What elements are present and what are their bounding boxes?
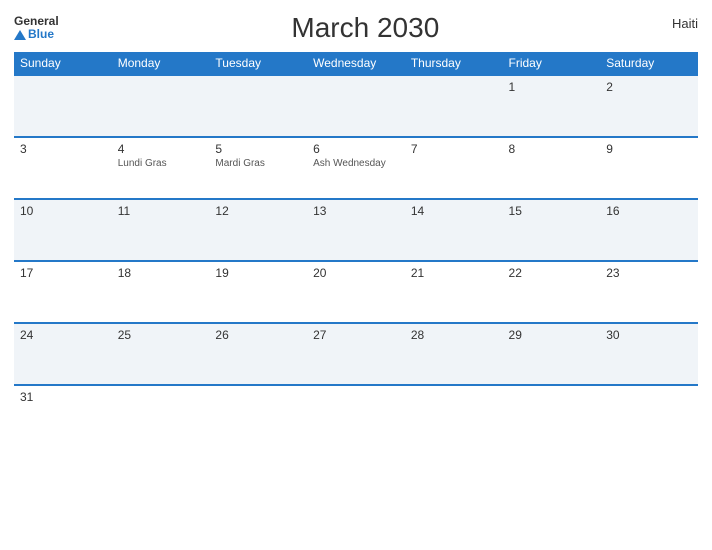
logo-triangle-icon bbox=[14, 30, 26, 40]
day-number: 3 bbox=[20, 142, 106, 156]
calendar-cell: 9 bbox=[600, 137, 698, 199]
calendar-cell bbox=[307, 385, 405, 447]
calendar-cell: 12 bbox=[209, 199, 307, 261]
day-number: 2 bbox=[606, 80, 692, 94]
header: General Blue March 2030 Haiti bbox=[14, 12, 698, 44]
calendar-cell: 6 Ash Wednesday bbox=[307, 137, 405, 199]
calendar-cell: 13 bbox=[307, 199, 405, 261]
calendar-event: Mardi Gras bbox=[215, 158, 301, 169]
calendar-cell: 27 bbox=[307, 323, 405, 385]
calendar-cell: 17 bbox=[14, 261, 112, 323]
calendar-cell: 26 bbox=[209, 323, 307, 385]
calendar-cell bbox=[209, 75, 307, 137]
day-number: 10 bbox=[20, 204, 106, 218]
calendar-cell bbox=[600, 385, 698, 447]
day-number: 20 bbox=[313, 266, 399, 280]
day-number: 28 bbox=[411, 328, 497, 342]
day-number: 9 bbox=[606, 142, 692, 156]
calendar-cell: 2 bbox=[600, 75, 698, 137]
calendar-week-row: 24 25 26 27 28 29 30 bbox=[14, 323, 698, 385]
day-number: 24 bbox=[20, 328, 106, 342]
weekday-header-thursday: Thursday bbox=[405, 52, 503, 75]
day-number: 13 bbox=[313, 204, 399, 218]
calendar-cell bbox=[405, 385, 503, 447]
calendar-body: 1234Lundi Gras5Mardi Gras6Ash Wednesday7… bbox=[14, 75, 698, 447]
calendar-cell bbox=[112, 75, 210, 137]
day-number: 27 bbox=[313, 328, 399, 342]
calendar-cell bbox=[307, 75, 405, 137]
calendar-page: General Blue March 2030 Haiti SundayMond… bbox=[0, 0, 712, 550]
day-number: 4 bbox=[118, 142, 204, 156]
weekday-header-monday: Monday bbox=[112, 52, 210, 75]
weekday-header-tuesday: Tuesday bbox=[209, 52, 307, 75]
weekday-header-friday: Friday bbox=[503, 52, 601, 75]
day-number: 7 bbox=[411, 142, 497, 156]
calendar-cell bbox=[503, 385, 601, 447]
calendar-cell bbox=[14, 75, 112, 137]
calendar-cell: 7 bbox=[405, 137, 503, 199]
calendar-week-row: 31 bbox=[14, 385, 698, 447]
day-number: 23 bbox=[606, 266, 692, 280]
calendar-cell: 29 bbox=[503, 323, 601, 385]
calendar-cell: 20 bbox=[307, 261, 405, 323]
calendar-cell: 21 bbox=[405, 261, 503, 323]
calendar-cell: 31 bbox=[14, 385, 112, 447]
day-number: 14 bbox=[411, 204, 497, 218]
calendar-cell: 5 Mardi Gras bbox=[209, 137, 307, 199]
calendar-cell: 15 bbox=[503, 199, 601, 261]
calendar-cell bbox=[112, 385, 210, 447]
weekday-header-wednesday: Wednesday bbox=[307, 52, 405, 75]
day-number: 6 bbox=[313, 142, 399, 156]
weekday-header-sunday: Sunday bbox=[14, 52, 112, 75]
calendar-cell: 24 bbox=[14, 323, 112, 385]
day-number: 5 bbox=[215, 142, 301, 156]
country-label: Haiti bbox=[672, 12, 698, 31]
day-number: 8 bbox=[509, 142, 595, 156]
calendar-table: SundayMondayTuesdayWednesdayThursdayFrid… bbox=[14, 52, 698, 447]
day-number: 21 bbox=[411, 266, 497, 280]
day-number: 19 bbox=[215, 266, 301, 280]
calendar-event: Ash Wednesday bbox=[313, 158, 399, 169]
calendar-week-row: 10 11 12 13 14 15 16 bbox=[14, 199, 698, 261]
logo-blue-text: Blue bbox=[14, 28, 59, 41]
calendar-cell: 28 bbox=[405, 323, 503, 385]
calendar-week-row: 12 bbox=[14, 75, 698, 137]
calendar-cell bbox=[209, 385, 307, 447]
weekday-header-row: SundayMondayTuesdayWednesdayThursdayFrid… bbox=[14, 52, 698, 75]
calendar-cell: 10 bbox=[14, 199, 112, 261]
weekday-header-saturday: Saturday bbox=[600, 52, 698, 75]
calendar-cell: 25 bbox=[112, 323, 210, 385]
logo: General Blue bbox=[14, 15, 59, 41]
day-number: 1 bbox=[509, 80, 595, 94]
calendar-cell: 8 bbox=[503, 137, 601, 199]
calendar-cell: 18 bbox=[112, 261, 210, 323]
calendar-cell bbox=[405, 75, 503, 137]
day-number: 12 bbox=[215, 204, 301, 218]
day-number: 29 bbox=[509, 328, 595, 342]
day-number: 30 bbox=[606, 328, 692, 342]
day-number: 25 bbox=[118, 328, 204, 342]
calendar-cell: 19 bbox=[209, 261, 307, 323]
day-number: 18 bbox=[118, 266, 204, 280]
calendar-cell: 16 bbox=[600, 199, 698, 261]
calendar-cell: 22 bbox=[503, 261, 601, 323]
day-number: 31 bbox=[20, 390, 106, 404]
calendar-cell: 23 bbox=[600, 261, 698, 323]
day-number: 11 bbox=[118, 204, 204, 218]
calendar-week-row: 34 Lundi Gras 5 Mardi Gras 6 Ash Wednesday 789 bbox=[14, 137, 698, 199]
calendar-cell: 1 bbox=[503, 75, 601, 137]
calendar-cell: 14 bbox=[405, 199, 503, 261]
calendar-cell: 30 bbox=[600, 323, 698, 385]
day-number: 16 bbox=[606, 204, 692, 218]
calendar-cell: 11 bbox=[112, 199, 210, 261]
day-number: 26 bbox=[215, 328, 301, 342]
day-number: 17 bbox=[20, 266, 106, 280]
day-number: 15 bbox=[509, 204, 595, 218]
calendar-cell: 4 Lundi Gras bbox=[112, 137, 210, 199]
day-number: 22 bbox=[509, 266, 595, 280]
calendar-title: March 2030 bbox=[59, 12, 672, 44]
calendar-cell: 3 bbox=[14, 137, 112, 199]
calendar-week-row: 17 18 19 20 21 22 23 bbox=[14, 261, 698, 323]
calendar-event: Lundi Gras bbox=[118, 158, 204, 169]
